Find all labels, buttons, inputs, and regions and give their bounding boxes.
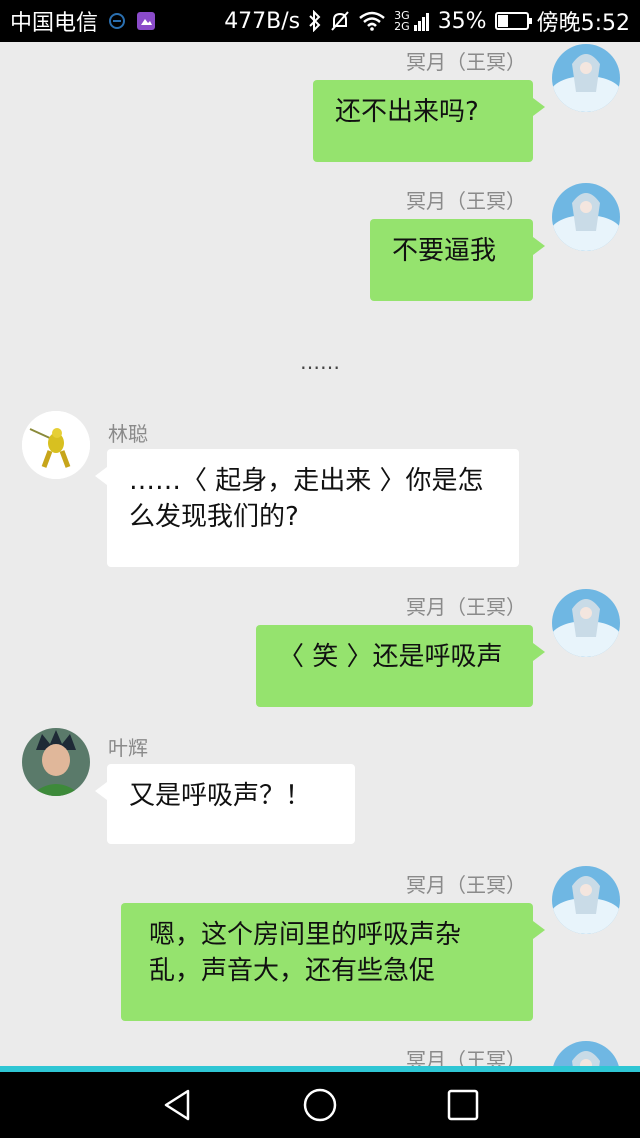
user-avatar[interactable] [552, 866, 620, 934]
carrier-label: 中国电信 [10, 11, 99, 36]
user-avatar[interactable] [552, 183, 620, 251]
clock: 傍晚5:52 [536, 11, 630, 36]
network-type: 3G 2G [394, 9, 410, 33]
sender-avatar[interactable] [22, 728, 90, 796]
user-avatar[interactable] [552, 44, 620, 112]
navigation-bar [0, 1072, 640, 1138]
mute-icon [330, 10, 350, 32]
battery-icon [494, 12, 532, 30]
chat-list[interactable]: 冥月（王冥） 还不出来吗? 冥月（王冥） 不要逼我 …… 林聪 ……〈 起身，走… [0, 42, 640, 1068]
sender-name: 冥月（王冥） [406, 595, 526, 619]
message-bubble[interactable]: 还不出来吗? [313, 80, 545, 162]
sender-name: 冥月（王冥） [406, 873, 526, 897]
recent-apps-icon[interactable] [445, 1087, 481, 1123]
sender-avatar[interactable] [22, 411, 90, 479]
scene-separator: …… [300, 350, 340, 374]
network-speed: 477B/s [224, 8, 301, 34]
bluetooth-icon [308, 10, 322, 32]
wifi-icon [358, 11, 386, 31]
message-bubble[interactable]: 不要逼我 [370, 219, 545, 301]
status-bar: 中国电信 477B/s 3G 2G 35% 傍晚5:52 [0, 0, 640, 42]
battery-percent: 35% [437, 8, 487, 34]
sync-icon [108, 12, 126, 30]
user-avatar[interactable] [552, 1041, 620, 1068]
sender-name: 叶辉 [108, 736, 148, 760]
sender-name: 冥月（王冥） [406, 1048, 526, 1068]
message-bubble[interactable]: 嗯，这个房间里的呼吸声杂乱，声音大，还有些急促 [121, 903, 545, 1021]
back-icon[interactable] [160, 1087, 196, 1123]
signal-icon [413, 11, 430, 31]
gallery-icon [136, 11, 156, 31]
sender-name: 林聪 [108, 422, 148, 446]
user-avatar[interactable] [552, 589, 620, 657]
message-bubble[interactable]: 又是呼吸声？！ [95, 764, 355, 844]
message-bubble[interactable]: ……〈 起身，走出来 〉你是怎么发现我们的? [95, 449, 519, 567]
sender-name: 冥月（王冥） [406, 50, 526, 74]
home-icon[interactable] [302, 1087, 338, 1123]
message-bubble[interactable]: 〈 笑 〉还是呼吸声 [256, 625, 545, 707]
sender-name: 冥月（王冥） [406, 189, 526, 213]
